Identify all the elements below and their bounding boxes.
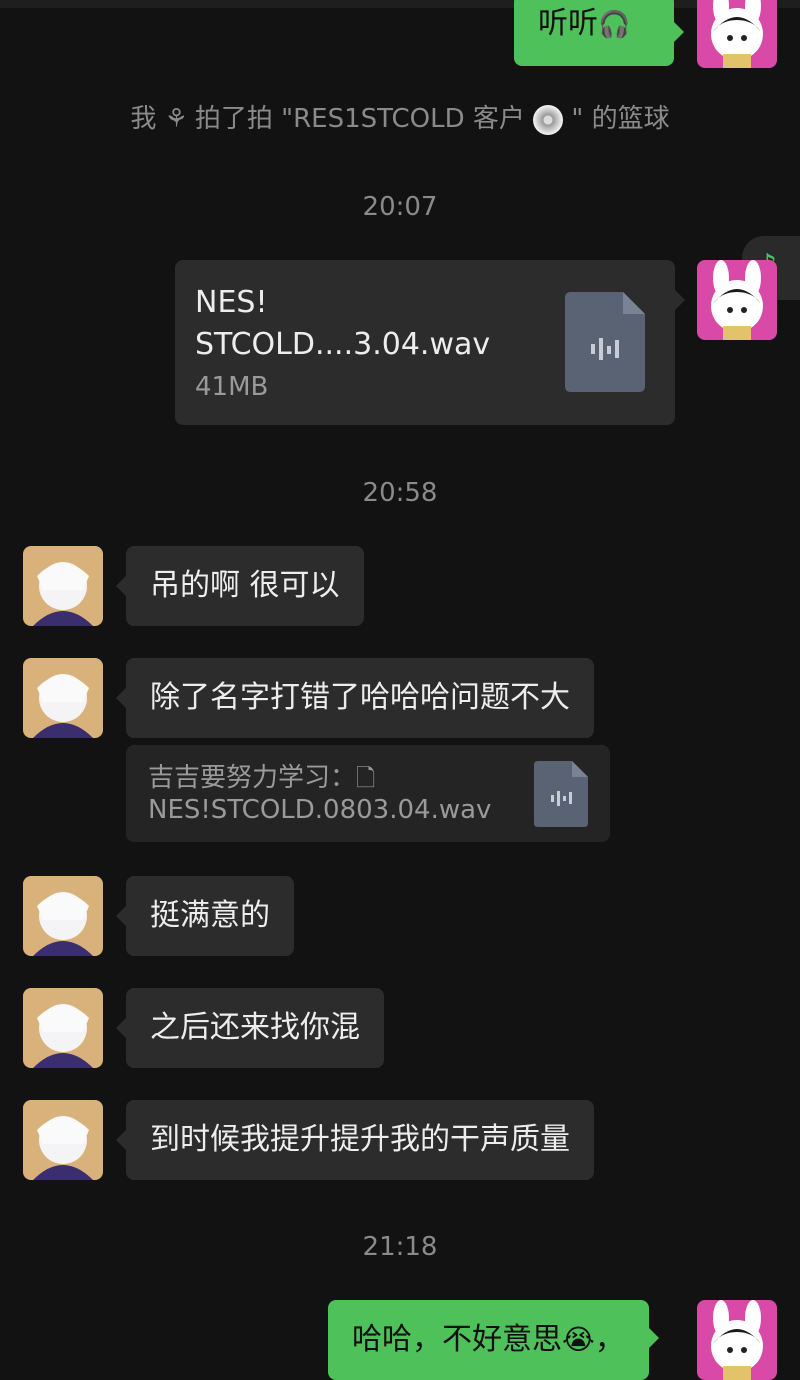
system-text-prefix: 我 bbox=[130, 104, 157, 134]
message-text: 除了名字打错了哈哈哈问题不大 bbox=[150, 680, 570, 715]
contact-avatar[interactable] bbox=[23, 988, 103, 1068]
message-text: 到时候我提升提升我的干声质量 bbox=[150, 1122, 570, 1157]
guitar-icon: ⚘ bbox=[164, 104, 188, 134]
system-pat-notice: 我 ⚘ 拍了拍 "RES1STCOLD 客户 " 的篮球 bbox=[0, 98, 800, 135]
contact-avatar[interactable] bbox=[23, 546, 103, 626]
message-text: 挺满意的 bbox=[150, 898, 270, 933]
incoming-message[interactable]: 到时候我提升提升我的干声质量 bbox=[116, 1100, 594, 1180]
document-icon: 🗋 bbox=[356, 764, 376, 792]
file-size: 41MB bbox=[195, 372, 269, 402]
file-name-line1: NES! bbox=[195, 285, 268, 320]
outgoing-message[interactable]: 听听🎧 bbox=[514, 0, 684, 66]
quote-author: 吉吉要努力学习： bbox=[148, 763, 357, 793]
audio-file-icon bbox=[565, 292, 645, 392]
timestamp: 20:07 bbox=[362, 192, 438, 222]
contact-avatar[interactable] bbox=[23, 876, 103, 956]
quoted-file-reference[interactable]: 吉吉要努力学习：🗋 NES!STCOLD.0803.04.wav bbox=[126, 745, 610, 842]
incoming-message[interactable]: 挺满意的 bbox=[116, 876, 294, 956]
top-divider bbox=[0, 0, 800, 8]
message-text: 之后还来找你混 bbox=[150, 1010, 360, 1045]
message-text-trail: ， bbox=[594, 1322, 625, 1357]
file-name: NES! STCOLD....3.04.wav bbox=[195, 282, 535, 366]
headphones-emoji: 🎧 bbox=[598, 10, 631, 40]
my-avatar[interactable] bbox=[697, 260, 777, 340]
system-text-suffix: " 的篮球 bbox=[571, 104, 670, 134]
my-avatar[interactable] bbox=[697, 0, 777, 68]
timestamp: 20:58 bbox=[362, 478, 438, 508]
incoming-message[interactable]: 之后还来找你混 bbox=[116, 988, 384, 1068]
file-name-line2: STCOLD....3.04.wav bbox=[195, 327, 491, 362]
incoming-message[interactable]: 吊的啊 很可以 bbox=[116, 546, 364, 626]
disc-icon bbox=[533, 104, 564, 135]
my-avatar[interactable] bbox=[697, 1300, 777, 1380]
outgoing-message[interactable]: 哈哈，不好意思😭， bbox=[328, 1300, 659, 1380]
audio-file-icon bbox=[534, 761, 588, 827]
contact-avatar[interactable] bbox=[23, 1100, 103, 1180]
contact-avatar[interactable] bbox=[23, 658, 103, 738]
file-message[interactable]: NES! STCOLD....3.04.wav 41MB bbox=[175, 260, 685, 425]
message-text: 听听 bbox=[538, 6, 598, 41]
incoming-message[interactable]: 除了名字打错了哈哈哈问题不大 bbox=[116, 658, 594, 738]
message-text: 哈哈，不好意思 bbox=[352, 1322, 562, 1357]
message-text: 吊的啊 很可以 bbox=[150, 568, 340, 603]
timestamp: 21:18 bbox=[362, 1232, 438, 1262]
quote-file-name: NES!STCOLD.0803.04.wav bbox=[148, 795, 492, 825]
system-text-mid: 拍了拍 "RES1STCOLD 客户 bbox=[194, 104, 525, 134]
crying-emoji: 😭 bbox=[562, 1323, 595, 1356]
